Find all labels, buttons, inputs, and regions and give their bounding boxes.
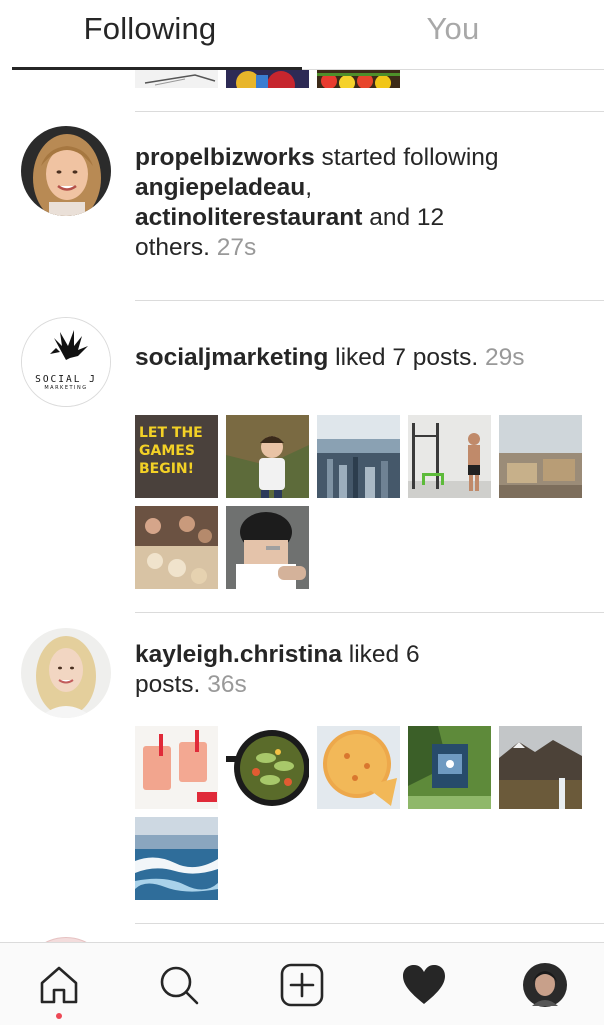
feed-divider: [135, 923, 604, 924]
liked-post-thumbnail[interactable]: [135, 506, 218, 589]
logo-subtext: MARKETING: [44, 385, 88, 391]
avatar-kayleigh-christina[interactable]: [21, 628, 111, 718]
activity-target-user[interactable]: actinoliterestaurant: [135, 204, 362, 231]
liked-post-thumbnail[interactable]: [135, 817, 218, 900]
activity-tabs: Following You: [0, 0, 604, 70]
notification-dot: [56, 1013, 62, 1019]
feed-divider: [135, 612, 604, 613]
tab-following-label: Following: [83, 11, 217, 46]
nav-profile-button[interactable]: [519, 959, 571, 1011]
liked-post-thumbnail[interactable]: [499, 415, 582, 498]
thumb-text-line: LET THE: [139, 425, 203, 441]
tab-you-label: You: [426, 11, 480, 46]
liked-post-thumbnail[interactable]: [499, 726, 582, 809]
activity-action: liked 6: [348, 641, 420, 668]
previous-post-thumbnail[interactable]: [226, 70, 309, 88]
profile-avatar: [523, 963, 567, 1007]
previous-post-thumbnail[interactable]: [317, 70, 400, 88]
logo-text: SOCIAL J: [35, 374, 97, 385]
liked-post-thumbnail[interactable]: [226, 415, 309, 498]
liked-post-thumbnail[interactable]: [408, 726, 491, 809]
nav-new-post-button[interactable]: [276, 959, 328, 1011]
activity-username[interactable]: socialjmarketing: [135, 344, 328, 371]
new-post-icon: [280, 963, 324, 1007]
previous-post-thumbnail[interactable]: [135, 70, 218, 88]
thumb-text-line: BEGIN!: [139, 461, 195, 477]
liked-post-thumbnail[interactable]: [135, 726, 218, 809]
feed-divider: [135, 111, 604, 112]
home-icon: [40, 966, 78, 1004]
activity-action: started following: [321, 144, 499, 171]
activity-connector: and 12: [369, 204, 445, 231]
thumb-text-line: GAMES: [139, 443, 195, 459]
liked-post-thumbnail[interactable]: [226, 726, 309, 809]
search-icon: [160, 966, 199, 1005]
tabs-divider: [302, 69, 604, 70]
tab-following[interactable]: Following: [0, 0, 300, 58]
liked-post-thumbnail[interactable]: [226, 506, 309, 589]
activity-text: propelbizworks started following angiepe…: [135, 143, 585, 263]
avatar-propelbizworks[interactable]: [21, 126, 111, 216]
liked-post-thumbnail[interactable]: [408, 415, 491, 498]
activity-timestamp: 29s: [484, 344, 525, 371]
heart-icon: [403, 965, 445, 1004]
liked-post-thumbnail[interactable]: [317, 726, 400, 809]
activity-username[interactable]: propelbizworks: [135, 144, 315, 171]
activity-username[interactable]: kayleigh.christina: [135, 641, 342, 668]
nav-activity-button[interactable]: [398, 959, 450, 1011]
activity-text: socialjmarketing liked 7 posts. 29s: [135, 343, 585, 373]
activity-target-user[interactable]: angiepeladeau: [135, 174, 305, 201]
tab-you[interactable]: You: [302, 0, 604, 58]
nav-home-button[interactable]: [33, 959, 85, 1011]
liked-post-thumbnail[interactable]: LET THE GAMES BEGIN!: [135, 415, 218, 498]
bottom-navigation-bar: [0, 942, 604, 1025]
activity-timestamp: 27s: [216, 234, 257, 261]
active-tab-indicator: [12, 67, 302, 70]
activity-feed[interactable]: propelbizworks started following angiepe…: [0, 70, 604, 942]
activity-action: liked 7 posts.: [335, 344, 479, 371]
activity-timestamp: 36s: [207, 671, 247, 698]
liked-post-thumbnail[interactable]: [317, 415, 400, 498]
feed-divider: [135, 300, 604, 301]
activity-action-tail: posts.: [135, 671, 201, 698]
activity-tail: others.: [135, 234, 210, 261]
bird-logo-icon: [22, 318, 110, 406]
avatar-socialjmarketing[interactable]: SOCIAL J MARKETING: [21, 317, 111, 407]
activity-text: kayleigh.christina liked 6 posts. 36s: [135, 640, 585, 700]
nav-search-button[interactable]: [153, 959, 205, 1011]
comma: ,: [305, 174, 313, 201]
